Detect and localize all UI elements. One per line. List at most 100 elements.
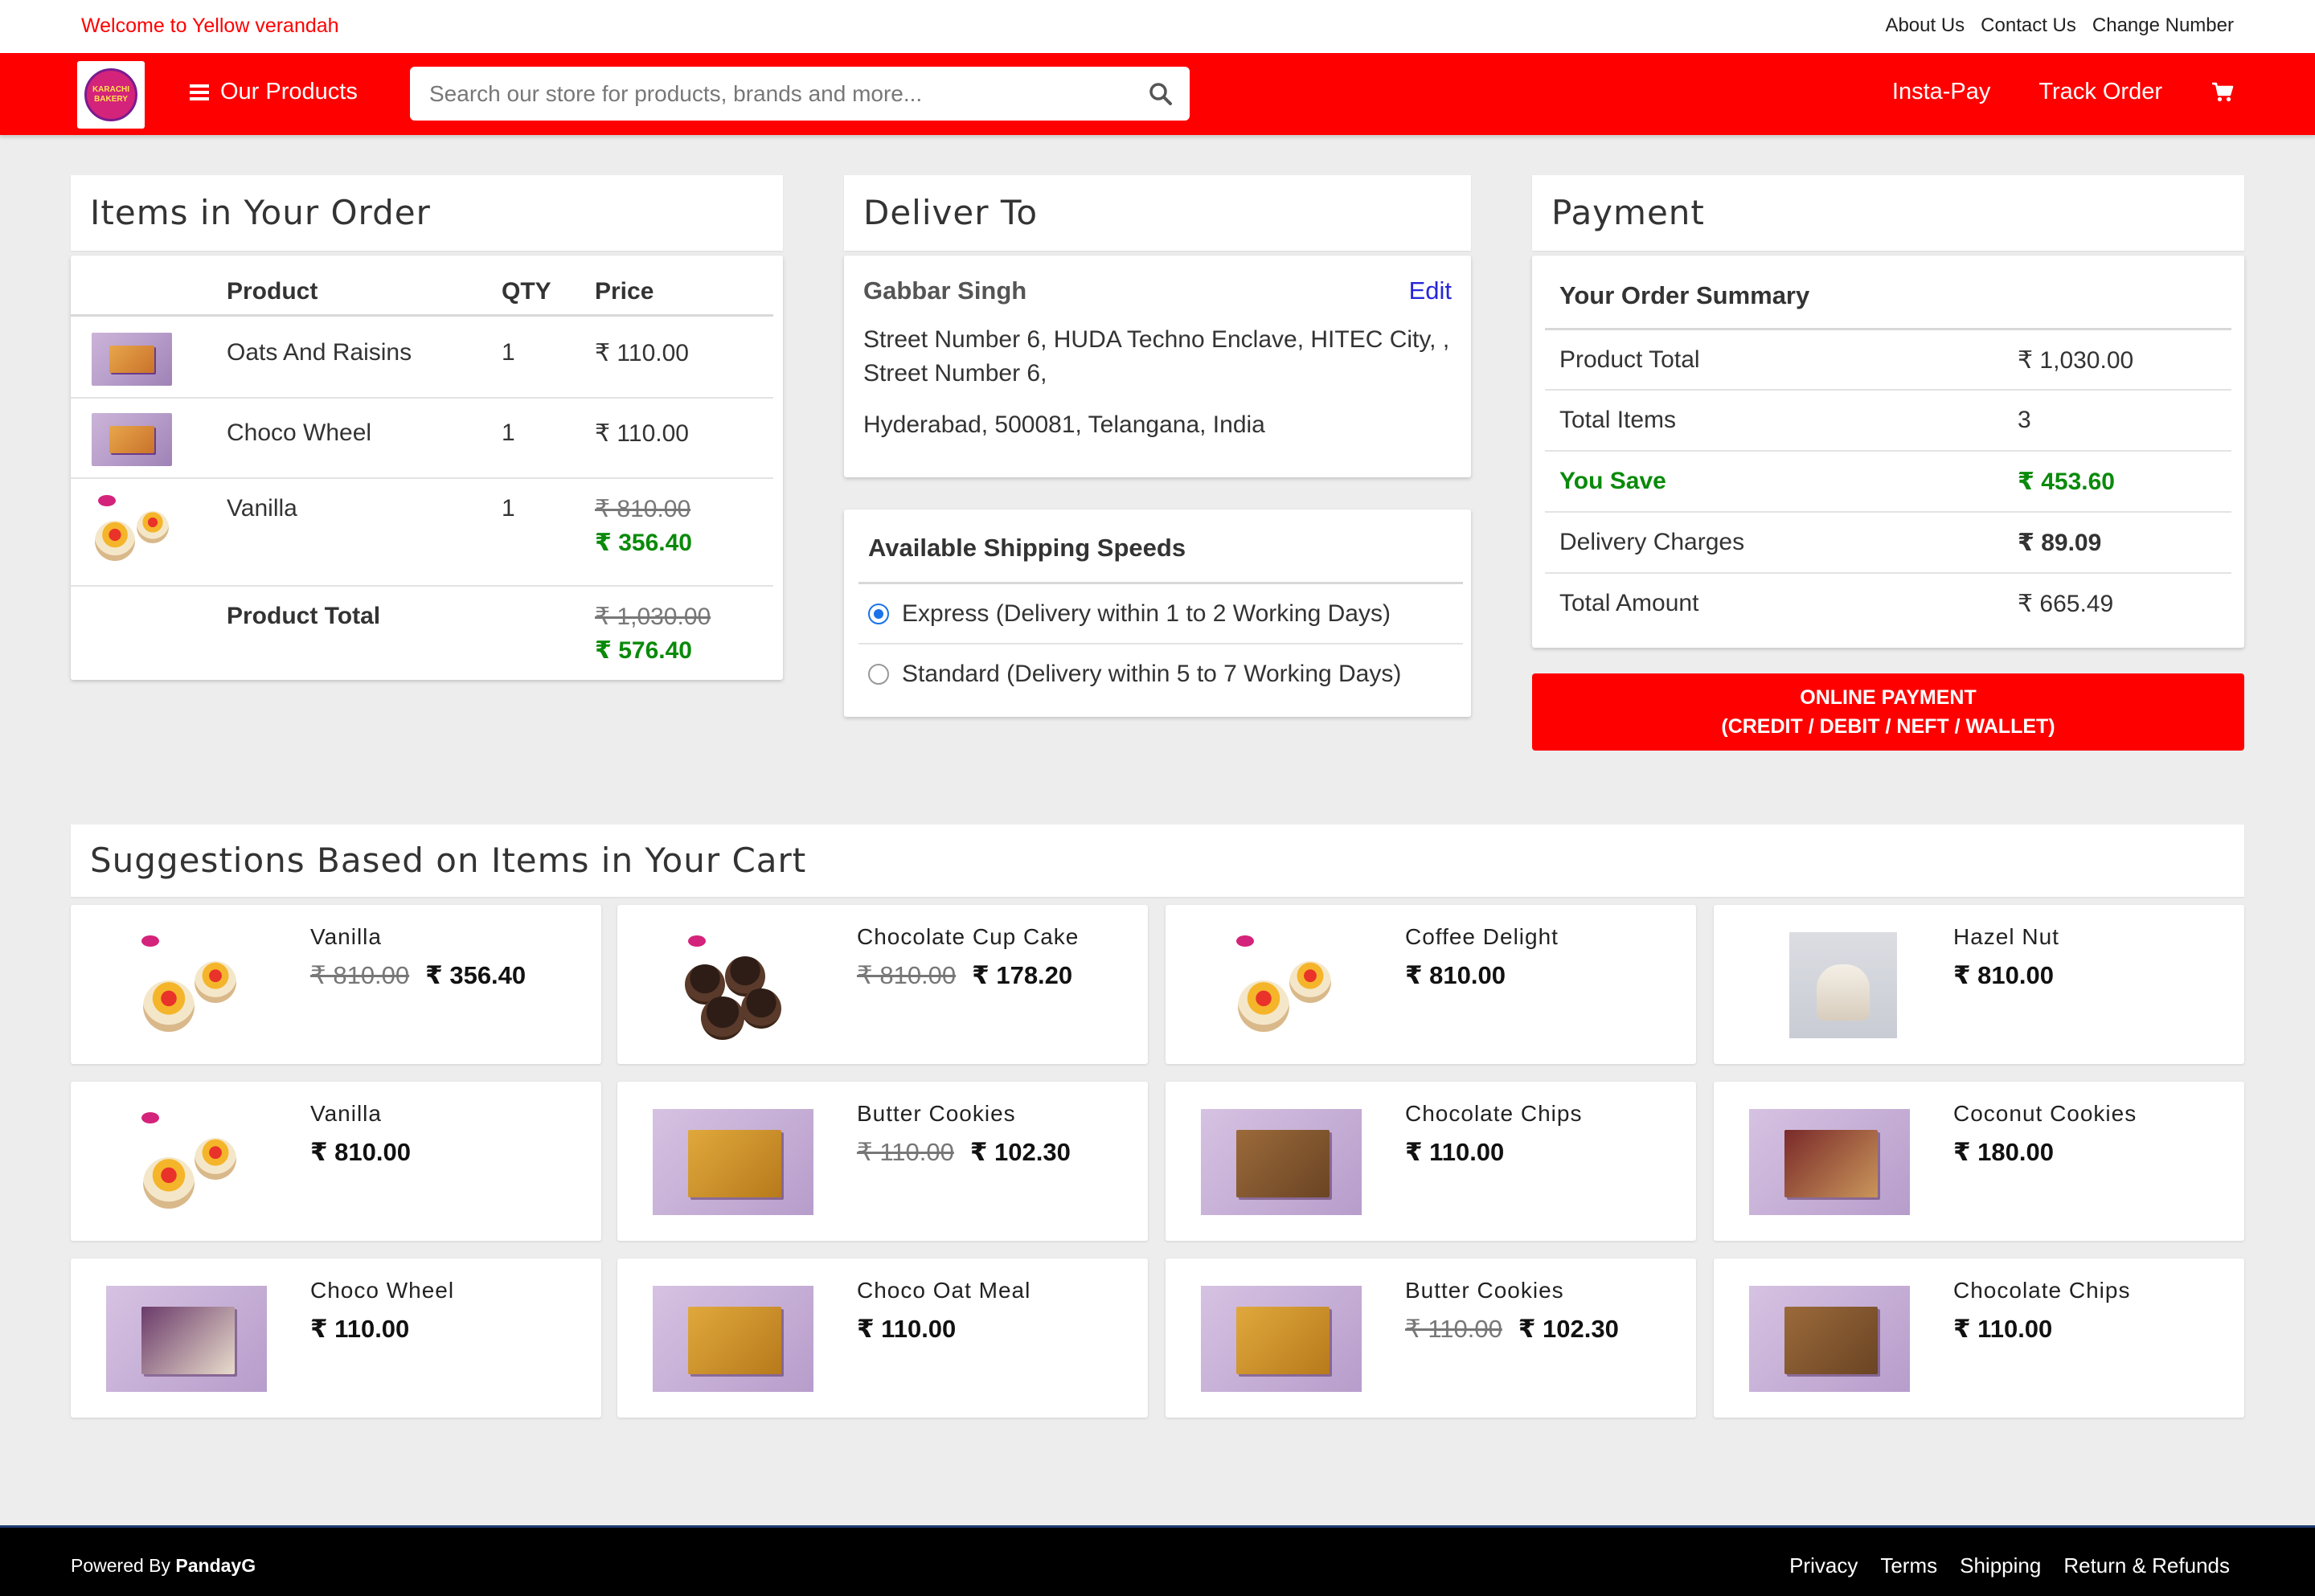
search-icon[interactable] (1148, 81, 1174, 107)
suggestion-card[interactable]: Butter Cookies ₹ 110.00 ₹ 102.30 (617, 1082, 1148, 1241)
summary-row-product-total: Product Total ₹ 1,030.00 (1545, 328, 2231, 389)
delivery-address-card: Gabbar Singh Edit Street Number 6, HUDA … (844, 256, 1471, 477)
suggestion-name: Choco Wheel (310, 1278, 455, 1303)
radio-unselected-icon[interactable] (868, 664, 889, 685)
powered-by-brand[interactable]: PandayG (175, 1555, 256, 1576)
suggestion-product-image (106, 932, 267, 1038)
suggestion-name: Chocolate Cup Cake (857, 924, 1080, 949)
suggestion-card[interactable]: Chocolate Chips ₹ 110.00 (1714, 1258, 2244, 1418)
suggestion-price: ₹ 356.40 (425, 961, 527, 989)
track-order-link[interactable]: Track Order (2038, 79, 2162, 105)
summary-value: 3 (2018, 407, 2031, 433)
insta-pay-link[interactable]: Insta-Pay (1892, 79, 1991, 105)
summary-row-total-items: Total Items 3 (1545, 389, 2231, 450)
suggestion-product-image (1201, 1109, 1362, 1215)
summary-value: ₹ 665.49 (2018, 591, 2114, 617)
order-items-table: Product QTY Price Oats And Raisins 1 ₹ 1… (71, 256, 783, 680)
powered-by: Powered By PandayG (71, 1555, 256, 1577)
summary-label: Delivery Charges (1559, 529, 1745, 555)
suggestion-price: ₹ 102.30 (969, 1138, 1071, 1166)
address-line-1: Street Number 6, HUDA Techno Enclave, HI… (863, 326, 1450, 387)
cart-icon[interactable] (2211, 81, 2235, 104)
suggestion-price-group: ₹ 810.00 ₹ 356.40 (310, 961, 526, 990)
suggestion-product-image (106, 1109, 267, 1215)
suggestion-card[interactable]: Coffee Delight ₹ 810.00 (1166, 905, 1696, 1064)
suggestion-card[interactable]: Butter Cookies ₹ 110.00 ₹ 102.30 (1166, 1258, 1696, 1418)
summary-label: Total Items (1559, 407, 1677, 433)
suggestion-card[interactable]: Chocolate Cup Cake ₹ 810.00 ₹ 178.20 (617, 905, 1148, 1064)
product-thumbnail (92, 413, 172, 466)
privacy-link[interactable]: Privacy (1789, 1553, 1858, 1578)
summary-label: Total Amount (1559, 590, 1699, 616)
edit-address-link[interactable]: Edit (1409, 276, 1452, 305)
change-number-link[interactable]: Change Number (2092, 14, 2234, 37)
suggestion-price: ₹ 180.00 (1953, 1138, 2054, 1166)
suggestion-old-price: ₹ 110.00 (1405, 1315, 1502, 1343)
return-refunds-link[interactable]: Return & Refunds (2063, 1553, 2230, 1578)
order-item-qty: 1 (502, 495, 515, 522)
payment-panel-header: Payment (1532, 175, 2244, 251)
our-products-menu[interactable]: Our Products (190, 79, 358, 105)
summary-row-you-save: You Save ₹ 453.60 (1545, 450, 2231, 511)
suggestion-product-image (1789, 932, 1897, 1038)
search-input[interactable] (429, 67, 1121, 121)
product-thumbnail (92, 333, 172, 386)
suggestion-price-group: ₹ 110.00 (310, 1315, 409, 1344)
suggestion-price: ₹ 178.20 (972, 961, 1073, 989)
suggestion-card[interactable]: Coconut Cookies ₹ 180.00 (1714, 1082, 2244, 1241)
suggestion-name: Hazel Nut (1953, 924, 2059, 949)
shipping-speeds-card: Available Shipping Speeds Express (Deliv… (844, 509, 1471, 717)
online-payment-button[interactable]: ONLINE PAYMENT (CREDIT / DEBIT / NEFT / … (1532, 673, 2244, 751)
suggestion-price: ₹ 110.00 (1953, 1315, 2053, 1343)
suggestion-name: Coconut Cookies (1953, 1101, 2137, 1126)
suggestion-price: ₹ 810.00 (1953, 961, 2054, 989)
shipping-option-label: Express (Delivery within 1 to 2 Working … (902, 600, 1391, 627)
order-item-old-price: ₹ 810.00 (595, 496, 691, 522)
suggestion-old-price: ₹ 810.00 (310, 961, 410, 989)
suggestion-price-group: ₹ 810.00 (310, 1138, 411, 1167)
powered-by-prefix: Powered By (71, 1555, 171, 1576)
suggestion-card[interactable]: Vanilla ₹ 810.00 (71, 1082, 601, 1241)
terms-link[interactable]: Terms (1880, 1553, 1937, 1578)
summary-value: ₹ 1,030.00 (2018, 347, 2134, 374)
order-item-price: ₹ 110.00 (595, 340, 689, 366)
shipping-link[interactable]: Shipping (1960, 1553, 2041, 1578)
suggestion-card[interactable]: Vanilla ₹ 810.00 ₹ 356.40 (71, 905, 601, 1064)
suggestion-card[interactable]: Hazel Nut ₹ 810.00 (1714, 905, 2244, 1064)
hamburger-icon (190, 84, 209, 100)
suggestion-name: Vanilla (310, 924, 382, 949)
summary-value: ₹ 453.60 (2018, 469, 2115, 495)
product-total-new: ₹ 576.40 (595, 637, 692, 664)
logo-text: KARACHI BAKERY (92, 85, 130, 104)
summary-row-delivery-charges: Delivery Charges ₹ 89.09 (1545, 511, 2231, 572)
suggestion-price-group: ₹ 110.00 (1405, 1138, 1504, 1167)
suggestion-product-image (1201, 1286, 1362, 1392)
order-item-name: Oats And Raisins (227, 339, 412, 366)
address-line-2: Hyderabad, 500081, Telangana, India (863, 411, 1265, 438)
payment-button-line-1: ONLINE PAYMENT (1800, 686, 1977, 709)
shipping-option-express[interactable]: Express (Delivery within 1 to 2 Working … (858, 582, 1463, 643)
contact-us-link[interactable]: Contact Us (1981, 14, 2076, 37)
suggestion-price: ₹ 810.00 (1405, 961, 1506, 989)
suggestion-name: Chocolate Chips (1405, 1101, 1583, 1126)
summary-row-total-amount: Total Amount ₹ 665.49 (1545, 572, 2231, 633)
suggestion-old-price: ₹ 110.00 (857, 1138, 954, 1166)
suggestion-product-image (653, 1109, 813, 1215)
welcome-text: Welcome to Yellow verandah (81, 14, 339, 37)
radio-selected-icon[interactable] (868, 603, 889, 624)
suggestion-card[interactable]: Choco Oat Meal ₹ 110.00 (617, 1258, 1148, 1418)
suggestion-price: ₹ 110.00 (310, 1315, 410, 1343)
suggestion-card[interactable]: Chocolate Chips ₹ 110.00 (1166, 1082, 1696, 1241)
order-panel-title: Items in Your Order (90, 193, 431, 232)
site-logo[interactable]: KARACHI BAKERY (77, 61, 145, 129)
order-panel-header: Items in Your Order (71, 175, 783, 251)
suggestion-price-group: ₹ 180.00 (1953, 1138, 2054, 1167)
suggestion-product-image (653, 932, 813, 1040)
suggestion-card[interactable]: Choco Wheel ₹ 110.00 (71, 1258, 601, 1418)
about-us-link[interactable]: About Us (1885, 14, 1965, 37)
order-item-name: Vanilla (227, 495, 297, 522)
nav-actions: Insta-Pay Track Order (1892, 79, 2235, 105)
suggestions-title: Suggestions Based on Items in Your Cart (90, 841, 807, 880)
suggestion-name: Choco Oat Meal (857, 1278, 1031, 1303)
shipping-option-standard[interactable]: Standard (Delivery within 5 to 7 Working… (858, 643, 1463, 704)
